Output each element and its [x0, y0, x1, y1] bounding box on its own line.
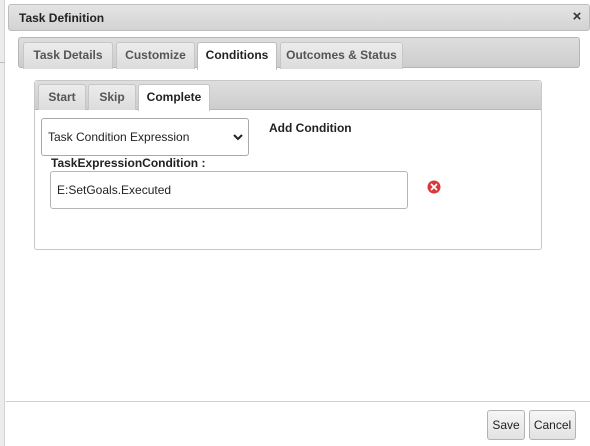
dialog-titlebar: Task Definition × — [8, 4, 590, 31]
tab-complete[interactable]: Complete — [138, 84, 210, 111]
expression-field-label: TaskExpressionCondition : — [51, 156, 206, 170]
cancel-button[interactable]: Cancel — [529, 410, 576, 440]
chevron-down-icon — [233, 134, 243, 141]
tab-customize[interactable]: Customize — [116, 42, 195, 69]
background-window-edge — [0, 0, 5, 446]
inner-tab-bar: Start Skip Complete — [35, 81, 541, 111]
tab-task-details[interactable]: Task Details — [23, 42, 113, 69]
save-button[interactable]: Save — [487, 410, 525, 440]
outer-tab-bar: Task Details Customize Conditions Outcom… — [18, 37, 580, 70]
tab-skip[interactable]: Skip — [88, 84, 136, 110]
tab-conditions[interactable]: Conditions — [197, 42, 277, 70]
footer-divider — [6, 401, 590, 402]
dialog-title: Task Definition — [19, 11, 105, 25]
tab-outcomes-status[interactable]: Outcomes & Status — [280, 42, 403, 69]
add-condition-link[interactable]: Add Condition — [269, 121, 352, 135]
condition-type-value: Task Condition Expression — [48, 130, 190, 144]
condition-type-select[interactable]: Task Condition Expression — [41, 118, 249, 156]
close-icon[interactable]: × — [569, 8, 585, 26]
tab-start[interactable]: Start — [38, 84, 86, 110]
expression-input[interactable] — [50, 171, 408, 209]
task-definition-dialog: Task Definition × Task Details Customize… — [6, 0, 590, 446]
remove-circle-icon[interactable] — [427, 180, 441, 194]
conditions-panel: Start Skip Complete Task Condition Expre… — [34, 80, 542, 250]
